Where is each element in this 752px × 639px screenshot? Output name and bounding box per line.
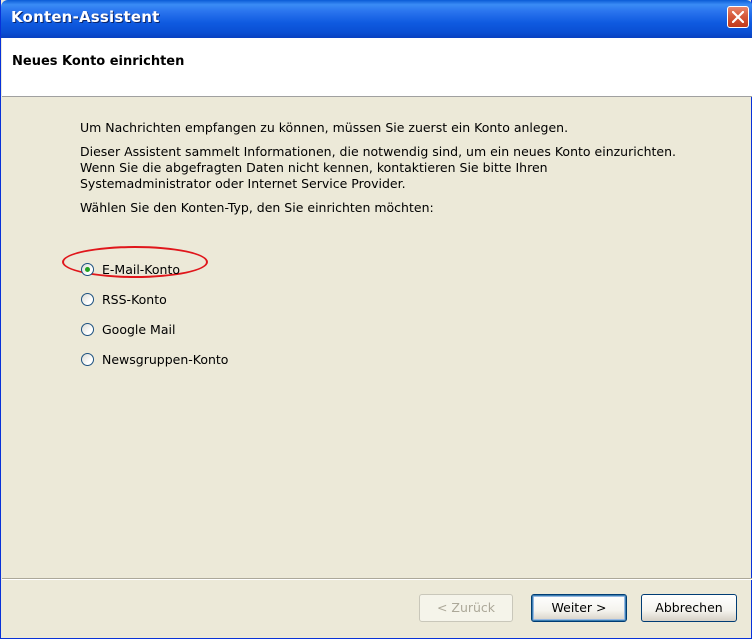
option-newsgroup-account[interactable]: Newsgruppen-Konto (81, 344, 228, 374)
intro-text: Um Nachrichten empfangen zu können, müss… (80, 120, 569, 135)
close-button[interactable] (727, 6, 749, 28)
next-button[interactable]: Weiter > (531, 594, 627, 622)
radio-rss-account[interactable] (81, 292, 94, 306)
title-bar[interactable]: Konten-Assistent (1, 0, 752, 38)
info-text-line-1: Dieser Assistent sammelt Informationen, … (80, 144, 676, 159)
wizard-description: Um Nachrichten empfangen zu können, müss… (80, 120, 720, 216)
back-button[interactable]: < Zurück (419, 594, 513, 622)
option-label-email: E-Mail-Konto (102, 261, 181, 277)
option-google-mail[interactable]: Google Mail (81, 314, 228, 344)
option-label-newsgroup: Newsgruppen-Konto (102, 351, 229, 367)
page-title: Neues Konto einrichten (12, 54, 185, 69)
info-text-line-2: Wenn Sie die abgefragten Daten nicht ken… (80, 160, 548, 175)
option-rss-account[interactable]: RSS-Konto (81, 284, 228, 314)
option-email-account[interactable]: E-Mail-Konto (81, 254, 228, 284)
account-type-prompt: Wählen Sie den Konten-Typ, den Sie einri… (80, 200, 434, 215)
cancel-button[interactable]: Abbrechen (641, 594, 737, 622)
info-text-line-3: Systemadministrator oder Internet Servic… (80, 176, 406, 191)
option-label-google-mail: Google Mail (102, 321, 176, 337)
option-label-rss: RSS-Konto (102, 291, 167, 307)
wizard-header: Neues Konto einrichten (2, 38, 752, 97)
footer-separator (2, 578, 752, 580)
account-type-radio-group: E-Mail-Konto RSS-Konto Google Mail Newsg… (81, 254, 228, 374)
wizard-window: Konten-Assistent Neues Konto einrichten … (0, 0, 752, 639)
close-icon (732, 11, 744, 23)
radio-email-account[interactable] (81, 262, 94, 276)
window-title: Konten-Assistent (11, 8, 160, 26)
radio-newsgroup-account[interactable] (81, 352, 94, 366)
radio-google-mail[interactable] (81, 322, 94, 336)
